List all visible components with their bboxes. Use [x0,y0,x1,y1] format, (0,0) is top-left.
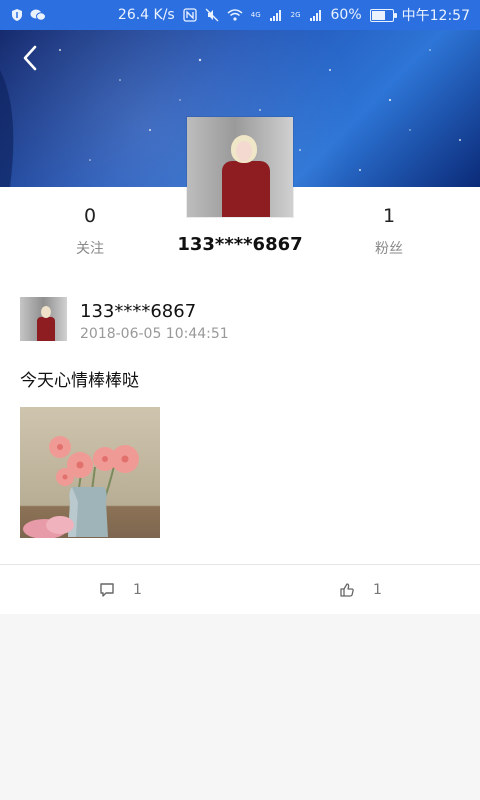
following-count: 0 [83,205,97,227]
nfc-icon [183,8,197,22]
chevron-left-icon [23,45,37,71]
like-count: 1 [373,581,382,598]
thumbs-up-icon [340,582,354,597]
status-bar: 26.4 K/s 4G 2G 60% 中午12:57 [0,0,480,30]
wifi-icon [227,9,243,21]
status-bar-left [10,8,46,22]
network-speed: 26.4 K/s [117,7,175,23]
post-timestamp: 2018-06-05 10:44:51 [80,326,229,342]
signal-icon-2 [309,10,321,21]
battery-percent: 60% [330,7,362,23]
post-author-avatar[interactable] [20,297,67,341]
profile-username: 133****6867 [177,234,303,255]
mute-icon [205,8,219,22]
network-2g-label: 2G [290,10,301,19]
comment-button[interactable]: 1 [99,565,142,614]
network-4g-label: 4G [250,10,261,19]
status-bar-right: 26.4 K/s 4G 2G 60% 中午12:57 [118,5,470,25]
signal-icon [269,10,281,21]
battery-icon [369,8,397,22]
flower-vase-photo [23,436,139,538]
comment-icon [100,582,114,597]
back-button[interactable] [16,44,44,72]
post-text: 今天心情棒棒哒 [20,371,139,391]
post-actions: 1 1 [0,565,480,614]
profile-avatar[interactable] [187,117,293,217]
post-author-name[interactable]: 133****6867 [80,301,196,322]
like-button[interactable]: 1 [339,565,382,614]
comment-count: 1 [133,581,142,598]
wechat-icon [30,9,46,21]
post-image[interactable] [20,407,160,538]
followers-count: 1 [382,205,396,227]
shield-icon [12,9,22,21]
clock: 中午12:57 [401,8,470,24]
